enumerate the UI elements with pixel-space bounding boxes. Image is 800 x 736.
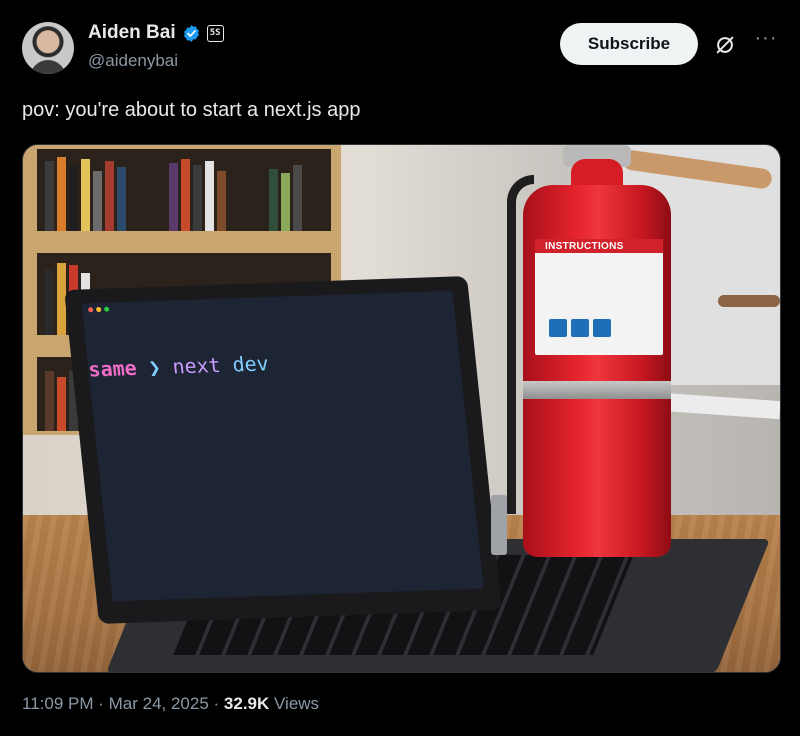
tweet-date[interactable]: Mar 24, 2025 bbox=[109, 694, 209, 713]
tweet-time[interactable]: 11:09 PM bbox=[22, 694, 94, 713]
terminal-argument: dev bbox=[231, 351, 270, 377]
terminal-prompt-icon: ❯ bbox=[147, 355, 162, 380]
handle[interactable]: @aidenybai bbox=[88, 51, 178, 71]
window-controls bbox=[87, 306, 110, 313]
meta-separator: · bbox=[93, 694, 109, 713]
subscribe-button[interactable]: Subscribe bbox=[560, 23, 698, 65]
class-b-icon bbox=[571, 319, 589, 337]
laptop-screen: same ❯ next dev bbox=[64, 276, 502, 624]
affiliation-badge-icon[interactable]: 5S bbox=[206, 24, 224, 42]
terminal-directory: same bbox=[87, 355, 138, 382]
extinguisher-class-icons bbox=[549, 319, 611, 337]
verified-badge-icon[interactable] bbox=[182, 24, 201, 43]
meta-separator: · bbox=[208, 694, 224, 713]
avatar[interactable] bbox=[22, 22, 74, 74]
class-c-icon bbox=[593, 319, 611, 337]
display-name[interactable]: Aiden Bai bbox=[88, 22, 176, 44]
views-count[interactable]: 32.9K bbox=[224, 694, 269, 713]
extinguisher-nozzle bbox=[491, 495, 507, 555]
views-label: Views bbox=[269, 694, 320, 713]
terminal-command: next bbox=[171, 352, 222, 379]
tweet-meta: 11:09 PM · Mar 24, 2025 · 32.9K Views bbox=[22, 694, 319, 714]
name-row: Aiden Bai 5S bbox=[88, 22, 224, 44]
more-options-icon[interactable]: ··· bbox=[752, 28, 780, 56]
tweet-header: Aiden Bai 5S @aidenybai Subscribe ··· bbox=[22, 18, 780, 78]
extinguisher-strap bbox=[523, 381, 671, 399]
tweet-text: pov: you're about to start a next.js app bbox=[22, 99, 361, 121]
class-a-icon bbox=[549, 319, 567, 337]
photo-side-table bbox=[718, 295, 780, 307]
terminal-window: same ❯ next dev bbox=[81, 290, 484, 602]
terminal-command-line: same ❯ next dev bbox=[87, 351, 270, 381]
tweet-photo[interactable]: same ❯ next dev INSTRUCTIONS bbox=[22, 144, 781, 673]
extinguisher-label: INSTRUCTIONS bbox=[535, 239, 663, 355]
extinguisher-label-title: INSTRUCTIONS bbox=[545, 241, 624, 252]
grok-slash-icon[interactable] bbox=[714, 34, 736, 56]
